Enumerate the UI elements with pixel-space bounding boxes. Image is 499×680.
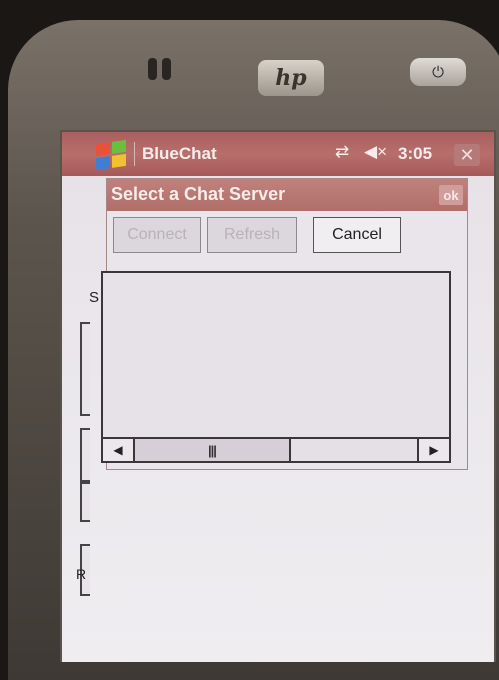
background-field — [80, 428, 90, 482]
dialog-title-bar: Select a Chat Server ok — [107, 179, 467, 211]
scroll-right-button[interactable]: ▶ — [417, 439, 449, 461]
connectivity-icon[interactable]: ⇄ — [335, 142, 349, 162]
power-icon: ⏻ — [432, 63, 444, 81]
refresh-button[interactable]: Refresh — [207, 217, 297, 253]
close-icon: ✕ — [459, 144, 475, 165]
scroll-thumb[interactable]: ||| — [135, 439, 291, 461]
device-screen: BlueChat ⇄ ◀× 3:05 ✕ S R Select a Chat S… — [60, 130, 496, 662]
scroll-right-icon: ▶ — [429, 443, 439, 457]
speaker-slot — [162, 58, 171, 80]
grip-icon: ||| — [208, 442, 217, 458]
power-button[interactable]: ⏻ — [410, 58, 466, 86]
close-button[interactable]: ✕ — [454, 144, 480, 166]
volume-muted-icon[interactable]: ◀× — [364, 142, 387, 162]
horizontal-scrollbar[interactable]: ◀ ||| ▶ — [103, 437, 449, 461]
hp-logo: hp — [258, 60, 324, 96]
background-label: R — [76, 566, 87, 582]
background-label: S — [89, 289, 100, 306]
server-list[interactable]: ◀ ||| ▶ — [101, 271, 451, 463]
ok-button[interactable]: ok — [439, 185, 463, 205]
clock[interactable]: 3:05 — [398, 144, 432, 164]
taskbar: BlueChat ⇄ ◀× 3:05 ✕ — [62, 132, 494, 176]
speaker-slot — [148, 58, 157, 80]
select-server-dialog: Select a Chat Server ok Connect Refresh … — [101, 178, 468, 470]
dialog-title: Select a Chat Server — [111, 184, 286, 204]
connect-button[interactable]: Connect — [113, 217, 201, 253]
app-title: BlueChat — [142, 144, 217, 163]
windows-flag-icon[interactable] — [96, 139, 126, 171]
background-field — [80, 482, 90, 522]
scroll-left-icon: ◀ — [113, 443, 123, 457]
cancel-button[interactable]: Cancel — [313, 217, 401, 253]
title-separator — [134, 142, 135, 166]
background-field — [80, 322, 90, 416]
scroll-left-button[interactable]: ◀ — [103, 439, 135, 461]
